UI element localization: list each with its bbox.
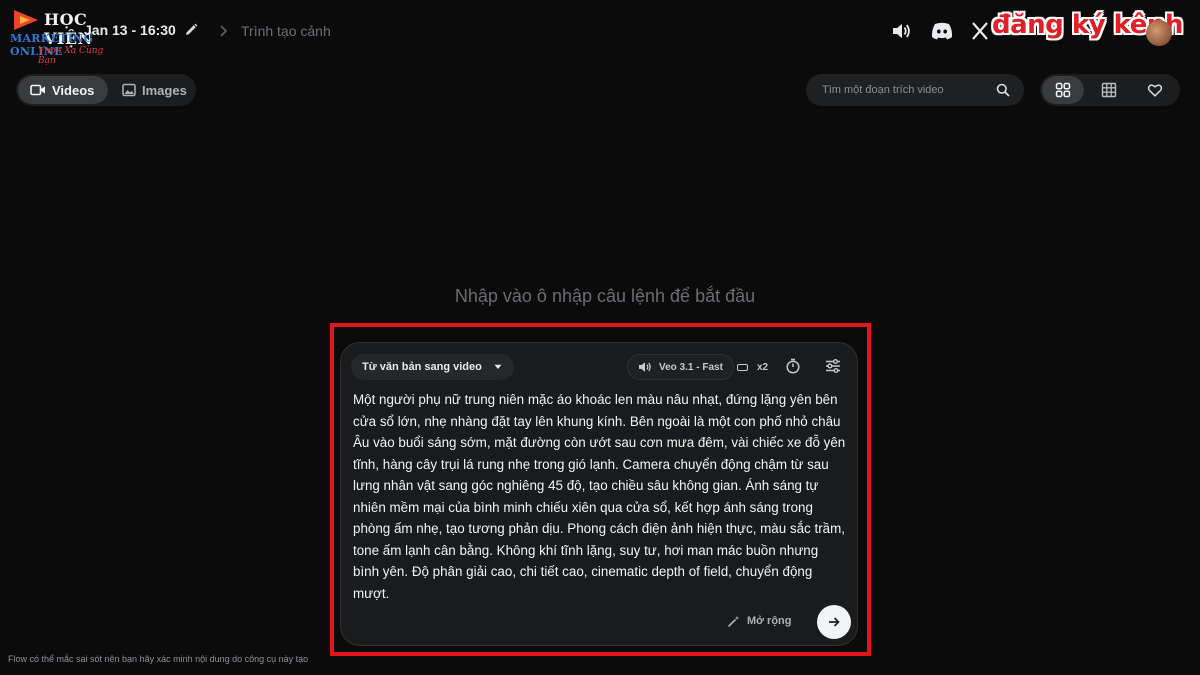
project-title[interactable]: Jan 13 - 16:30 [84,22,176,38]
model-selector[interactable]: Veo 3.1 - Fast [627,354,734,380]
media-type-tabs: Videos Images [16,74,196,106]
x-icon[interactable] [971,20,989,42]
magic-wand-icon [727,615,739,627]
pencil-icon[interactable] [183,22,199,38]
timer-icon[interactable] [785,358,801,374]
video-icon [30,84,45,96]
disclaimer-text: Flow có thể mắc sai sót nên bạn hãy xác … [8,654,309,664]
tab-videos[interactable]: Videos [18,76,109,104]
grid-3-icon [1101,82,1117,98]
aspect-ratio-icon [737,363,748,371]
prompt-input[interactable]: Một người phụ nữ trung niên mặc áo khoác… [353,389,847,601]
grid-2-view-button[interactable] [1042,76,1084,104]
audio-icon [639,362,651,372]
expand-prompt-button[interactable]: Mở rộng [727,611,791,631]
chevron-right-icon [220,25,228,37]
caret-down-icon [494,364,502,369]
model-label: Veo 3.1 - Fast [659,361,723,373]
discord-icon[interactable] [930,20,954,42]
search-icon[interactable] [996,83,1010,97]
search-input[interactable] [822,74,992,106]
top-bar: HỌC VIỆN MARKETING ONLINE Vươn Xa Cùng B… [0,0,1200,66]
grid-2-icon [1055,82,1071,98]
output-count[interactable]: x2 [737,357,768,377]
grid-3-view-button[interactable] [1088,76,1130,104]
view-mode-toggle [1040,74,1180,106]
settings-sliders-icon[interactable] [825,358,841,374]
generation-mode-label: Từ văn bản sang video [362,361,482,373]
image-icon [122,83,136,97]
speaker-icon[interactable] [890,20,912,42]
breadcrumb[interactable]: Trình tạo cảnh [241,23,331,39]
arrow-right-icon [829,617,840,627]
output-count-label: x2 [757,361,769,373]
play-logo-icon [14,10,38,30]
clip-search [806,74,1024,106]
prompt-panel: Từ văn bản sang video Veo 3.1 - Fast x2 … [340,342,858,646]
favorites-button[interactable] [1134,76,1176,104]
tab-videos-label: Videos [52,82,95,98]
submit-button[interactable] [817,605,851,639]
tab-images-label: Images [142,82,187,98]
empty-state-hint: Nhập vào ô nhập câu lệnh để bắt đầu [454,286,756,306]
avatar[interactable] [1146,20,1172,46]
expand-prompt-label: Mở rộng [747,615,792,627]
heart-icon [1147,84,1163,97]
generation-mode-select[interactable]: Từ văn bản sang video [351,354,514,380]
logo-slogan: Vươn Xa Cùng Bạn [38,46,104,66]
tab-images[interactable]: Images [110,76,201,104]
